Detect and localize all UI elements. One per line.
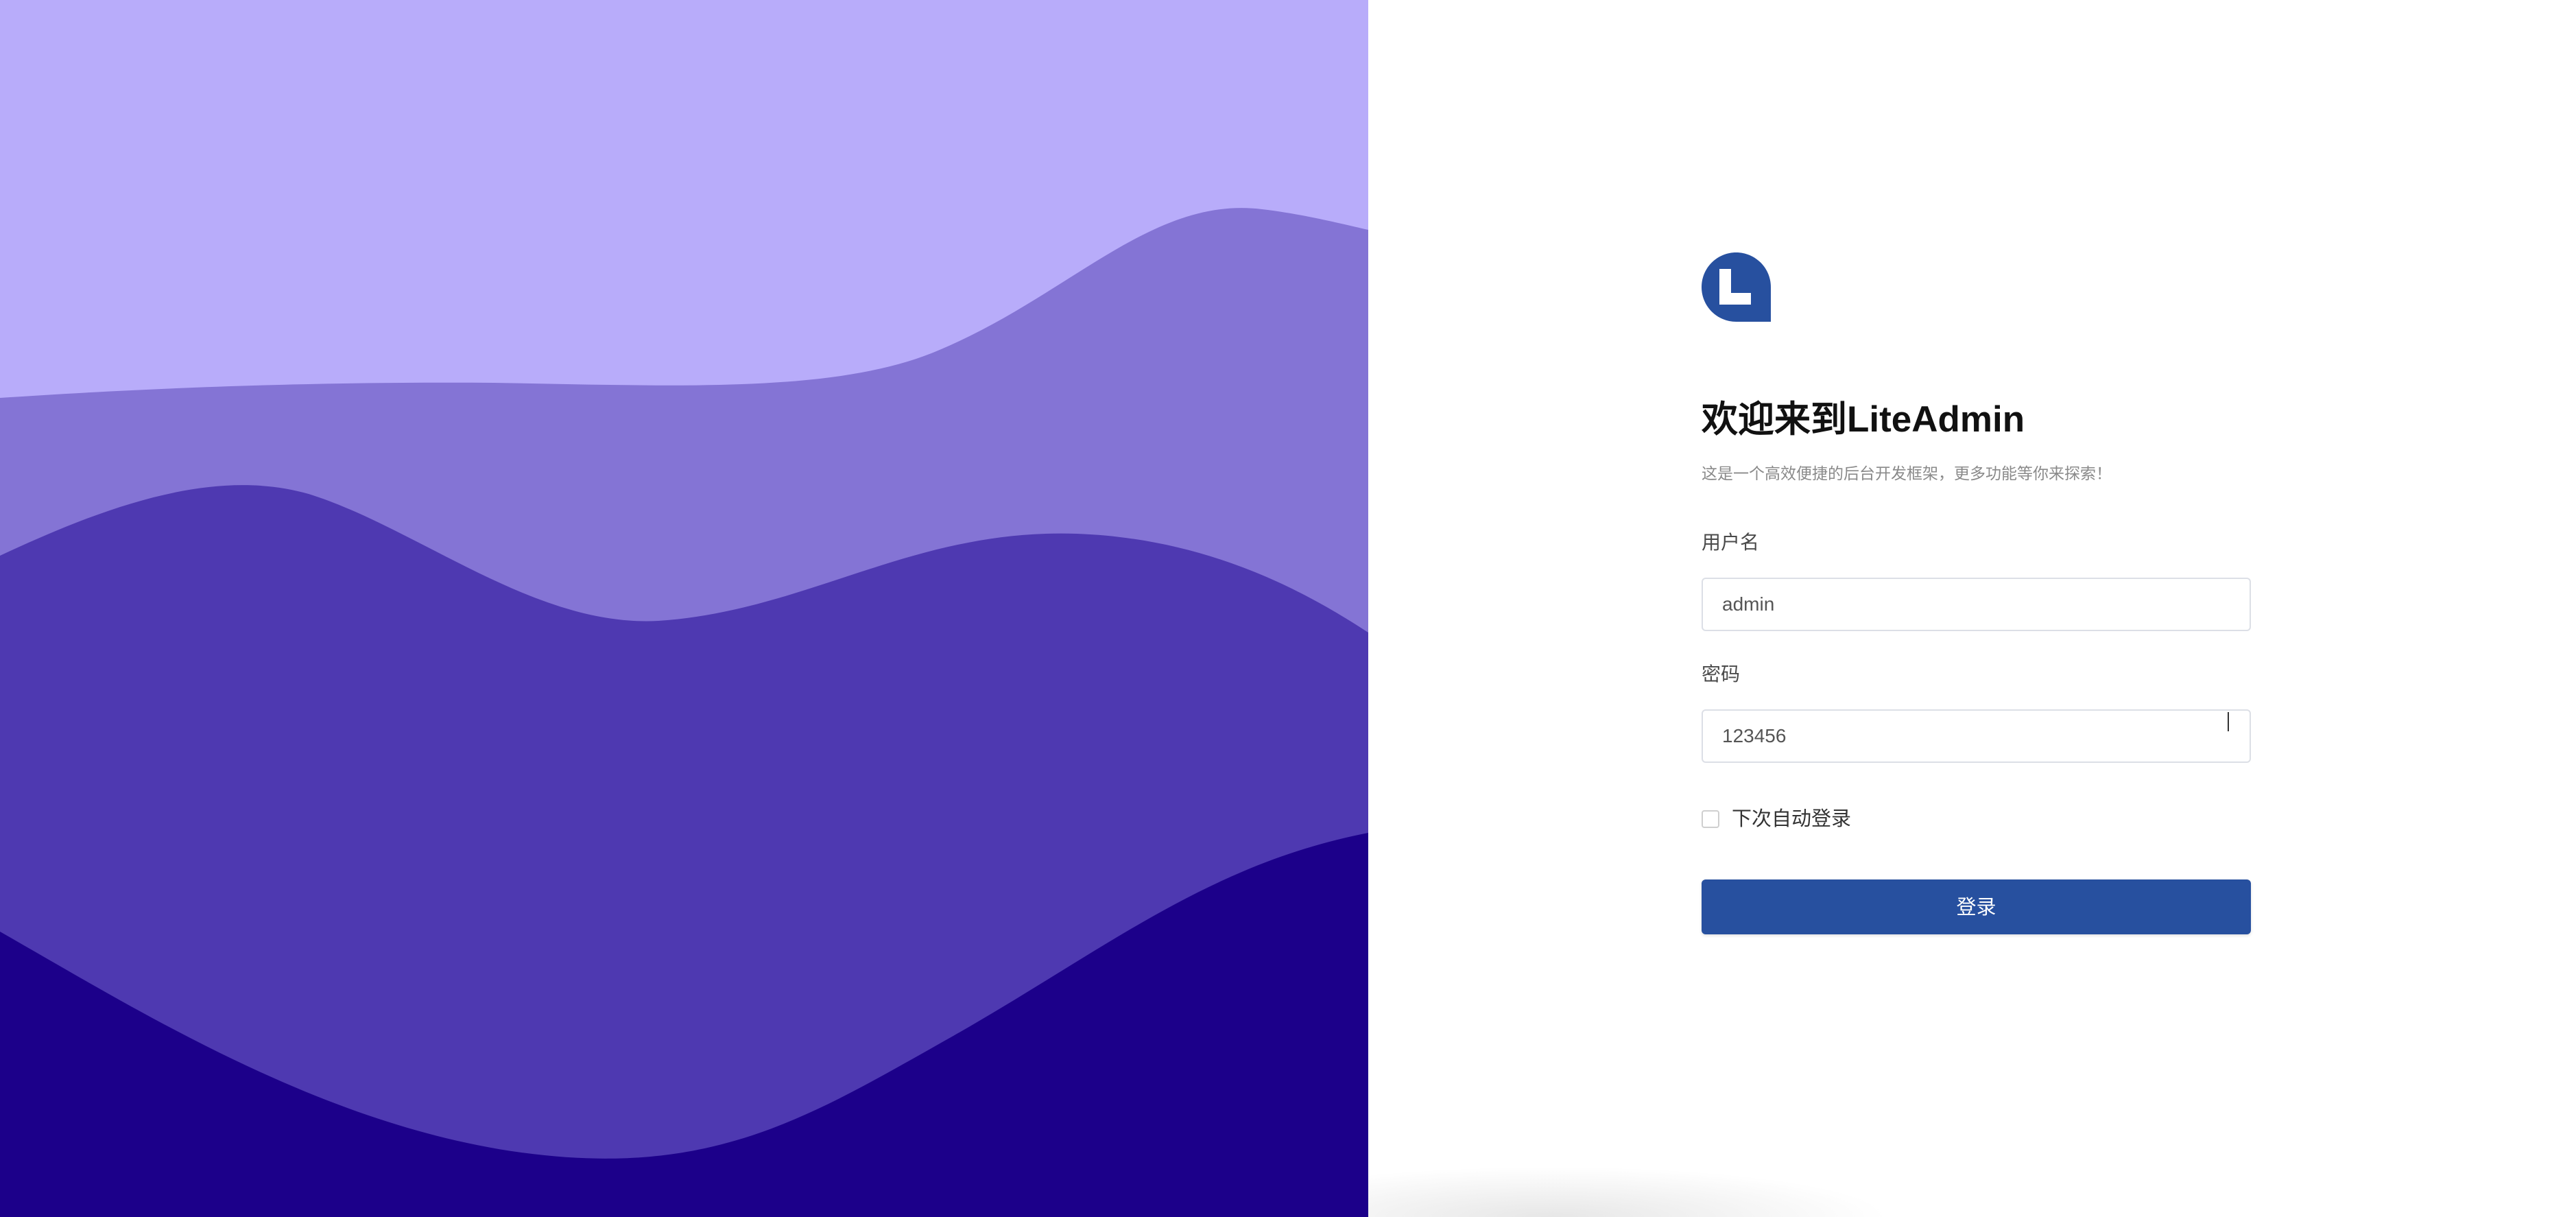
username-label: 用户名 [1702,532,1760,553]
username-input[interactable] [1702,578,2251,631]
page-title: 欢迎来到LiteAdmin [1702,399,2025,440]
logo-shape [1702,252,1771,322]
remember-me-checkbox[interactable] [1702,810,1719,828]
remember-me-row[interactable]: 下次自动登录 [1702,807,1851,831]
wave-background [0,0,1368,1217]
password-label: 密码 [1702,663,1741,685]
text-cursor [2228,712,2229,731]
wave-illustration [0,0,1368,1217]
logo-mark [1702,252,1771,322]
login-page: 欢迎来到LiteAdmin 这是一个高效便捷的后台开发框架，更多功能等你来探索！… [0,0,2576,1217]
page-subtitle: 这是一个高效便捷的后台开发框架，更多功能等你来探索！ [1702,464,2112,482]
password-input[interactable] [1702,709,2251,763]
login-button[interactable]: 登录 [1702,879,2251,934]
remember-me-label[interactable]: 下次自动登录 [1732,807,1851,831]
liteadmin-logo-icon [1702,252,1771,322]
